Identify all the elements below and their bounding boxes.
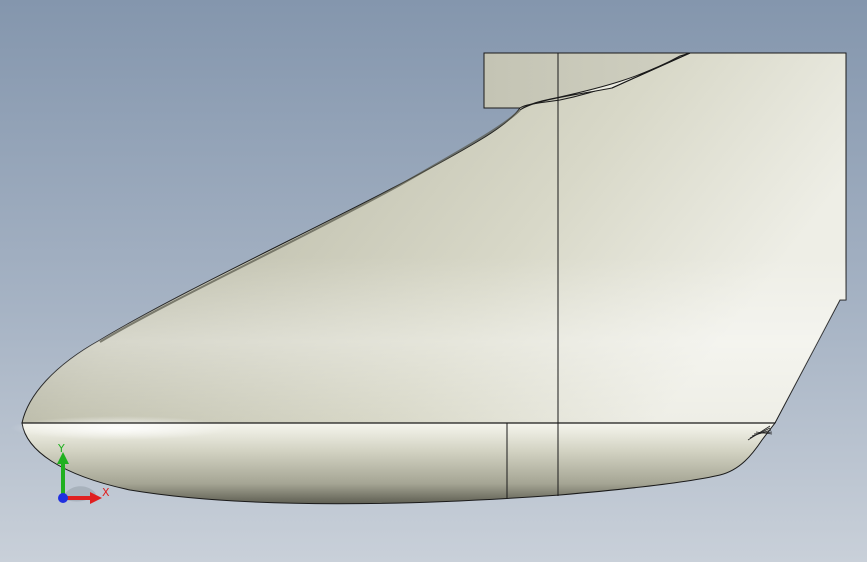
x-axis-label: X [102,486,110,499]
hull-highlight-band [22,53,846,423]
nose-glare [10,416,230,440]
model-canvas[interactable]: Y X [0,0,867,562]
x-axis-arrow [90,492,102,504]
graphics-viewport[interactable]: Y X [0,0,867,562]
y-axis-label: Y [57,442,65,455]
z-axis-dot [58,493,68,503]
